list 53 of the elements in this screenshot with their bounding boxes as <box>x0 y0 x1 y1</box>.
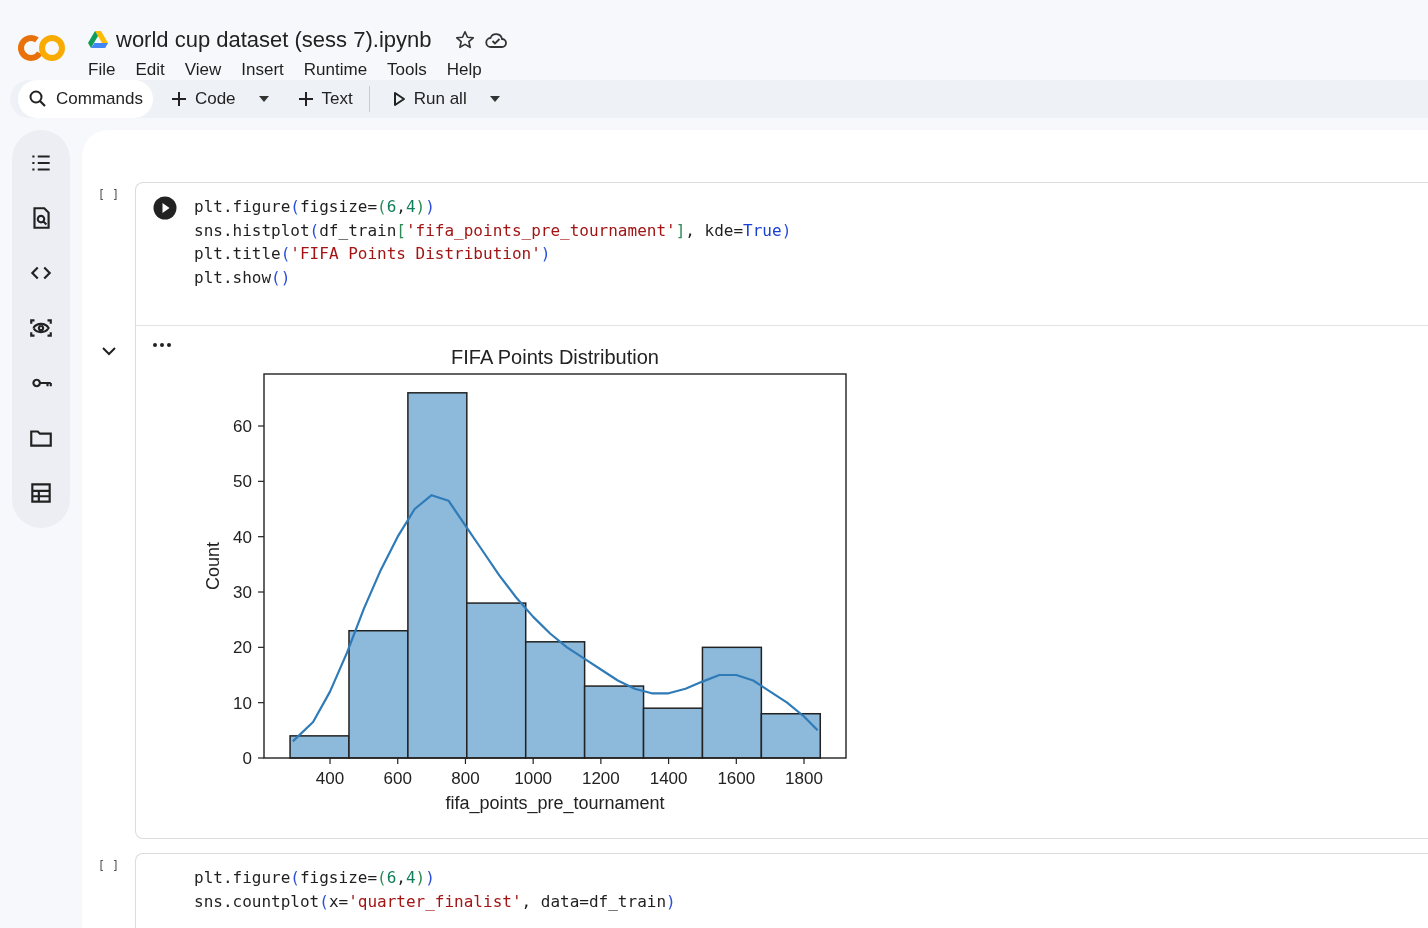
drive-icon <box>88 31 108 49</box>
y-axis-label: Count <box>203 542 223 590</box>
more-icon[interactable] <box>152 342 172 348</box>
x-tick-label: 800 <box>451 769 480 788</box>
play-icon <box>391 91 406 107</box>
plus-icon <box>170 91 187 107</box>
y-tick-label: 50 <box>233 472 252 492</box>
menu-item[interactable]: Insert <box>241 60 284 80</box>
y-tick-label: 30 <box>233 583 252 602</box>
add-code-button[interactable]: Code <box>162 83 244 115</box>
caret-icon[interactable] <box>257 95 270 103</box>
menu-item[interactable]: View <box>184 60 222 80</box>
x-tick-label: 1800 <box>785 769 823 788</box>
table-icon[interactable] <box>28 480 54 506</box>
add-text-button[interactable]: Text <box>289 83 361 115</box>
x-tick-label: 1200 <box>581 769 620 788</box>
y-tick-label: 40 <box>233 527 252 547</box>
execution-count: [ ] <box>97 188 120 202</box>
chevron-icon[interactable] <box>102 347 116 356</box>
run-cell-icon[interactable] <box>153 196 177 220</box>
y-tick-label: 20 <box>233 638 252 658</box>
notebook-title[interactable]: world cup dataset (sess 7).ipynb <box>116 27 432 53</box>
commands-button[interactable]: Commands <box>18 80 153 118</box>
run-all-button[interactable]: Run all <box>383 83 475 115</box>
menu-item[interactable]: File <box>88 60 116 80</box>
caret-icon[interactable] <box>488 95 501 103</box>
x-axis-label: fifa_points_pre_tournament <box>445 793 665 813</box>
code-cell[interactable] <box>135 182 1428 839</box>
execution-count: [ ] <box>97 859 120 873</box>
y-tick-label: 0 <box>242 749 252 768</box>
code-cell[interactable]: plt.figure(figsize=(6,4)) sns.countplot(x='quarter_finalist', data=df_train) <box>135 853 1428 928</box>
menu-item[interactable]: Tools <box>387 60 427 80</box>
code-line: plt.show() <box>194 267 292 290</box>
chart-title: FIFA Points Distribution <box>451 346 659 368</box>
code-line: plt.title('FIFA Points Distribution') <box>194 243 552 266</box>
y-tick-label: 10 <box>233 693 252 713</box>
x-tick-label: 600 <box>383 769 412 788</box>
code-line: sns.countplot(x='quarter_finalist', data=df_train) <box>194 890 676 913</box>
x-tick-label: 1400 <box>649 769 688 788</box>
menu-item[interactable]: Help <box>446 60 482 80</box>
menu-item[interactable]: Edit <box>135 60 165 80</box>
search-icon <box>28 89 48 109</box>
star-icon[interactable] <box>453 29 476 51</box>
plus-icon <box>297 91 314 107</box>
code-line: plt.figure(figsize=(6,4)) <box>194 867 436 889</box>
menu-item[interactable]: Runtime <box>303 60 368 80</box>
x-tick-label: 400 <box>315 769 345 788</box>
x-tick-label: 1600 <box>717 769 756 788</box>
x-tick-label: 1000 <box>514 769 553 788</box>
code-line: sns.histplot(df_train['fifa_points_pre_tournament'], kde=True) <box>194 219 792 242</box>
y-tick-label: 60 <box>233 417 252 436</box>
logo-icon[interactable] <box>16 32 68 64</box>
code-line: plt.figure(figsize=(6,4)) <box>194 196 436 218</box>
